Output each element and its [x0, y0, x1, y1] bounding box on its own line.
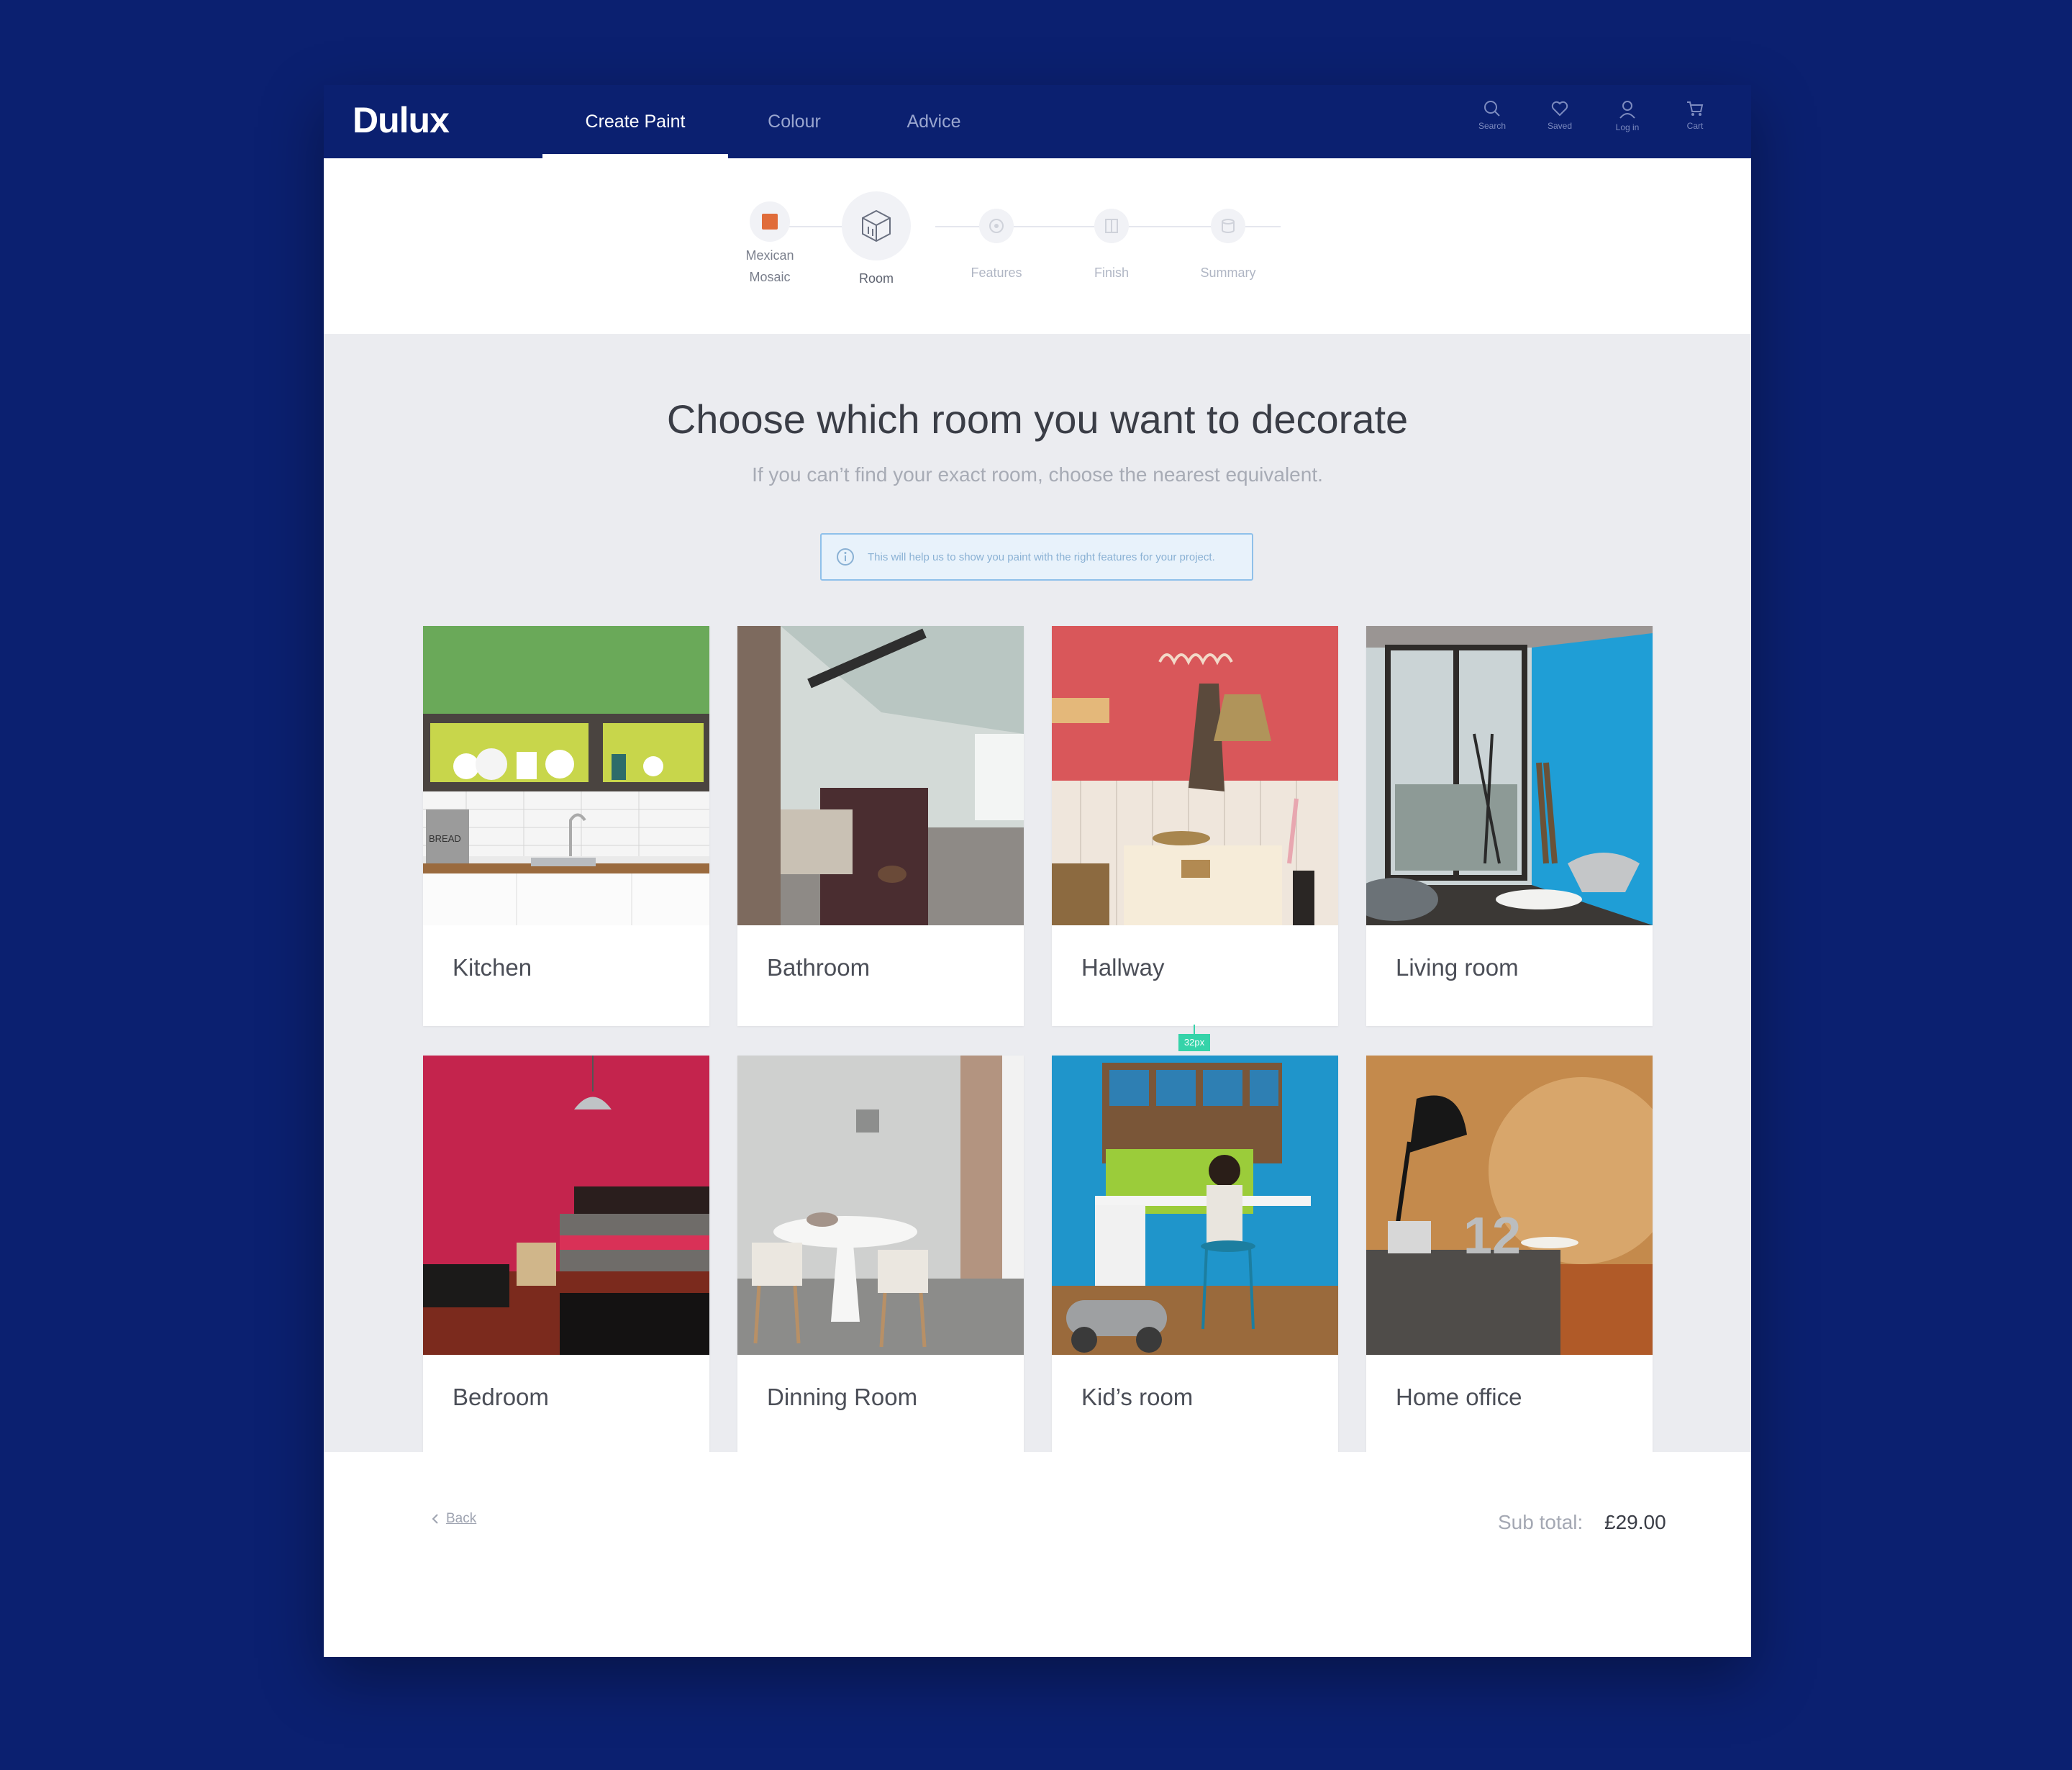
room-card-kitchen[interactable]: BREAD Kitchen — [423, 626, 709, 1026]
room-card-bathroom[interactable]: Bathroom — [737, 626, 1024, 1026]
step-finish-label: Finish — [1094, 266, 1129, 280]
page-subtitle: If you can’t find your exact room, choos… — [752, 463, 1323, 486]
tab-create-paint[interactable]: Create Paint — [542, 85, 728, 158]
colour-swatch — [762, 214, 778, 230]
step-colour-label-line1: Mexican — [745, 248, 794, 263]
room-icon — [862, 209, 891, 242]
room-card-living-room[interactable]: Living room — [1366, 626, 1653, 1026]
step-room-circle — [842, 191, 911, 260]
progress-stepper: Mexican Mosaic Room Features Finish Summ… — [324, 158, 1751, 334]
home-office-image: 12 — [1366, 1056, 1653, 1355]
kitchen-image: BREAD — [423, 626, 709, 925]
cart-button[interactable]: Cart — [1673, 99, 1717, 131]
room-label-living-room: Living room — [1396, 954, 1519, 981]
room-label-bedroom: Bedroom — [453, 1384, 549, 1410]
bedroom-image — [423, 1056, 709, 1355]
bathroom-image — [737, 626, 1024, 925]
hallway-image — [1052, 626, 1338, 925]
room-label-home-office: Home office — [1396, 1384, 1522, 1410]
app-window: Dulux Create Paint Colour Advice Search … — [324, 85, 1751, 1657]
back-label: Back — [446, 1511, 477, 1526]
dining-room-image — [737, 1056, 1024, 1355]
step-features-circle — [979, 209, 1014, 243]
search-icon — [1484, 101, 1500, 117]
subtotal-value: £29.00 — [1604, 1511, 1666, 1533]
room-label-bathroom: Bathroom — [767, 954, 871, 981]
step-room[interactable]: Room — [837, 191, 916, 289]
step-summary-label: Summary — [1200, 266, 1256, 280]
step-features: Features — [957, 209, 1036, 283]
step-finish: Finish — [1072, 209, 1151, 283]
saved-button[interactable]: Saved — [1538, 99, 1581, 131]
top-navigation: Dulux Create Paint Colour Advice Search … — [324, 85, 1751, 158]
back-link[interactable]: Back — [432, 1511, 476, 1527]
login-label: Log in — [1615, 122, 1640, 132]
step-summary-circle — [1211, 209, 1245, 243]
page-title: Choose which room you want to decorate — [666, 396, 1409, 442]
spacing-guide-line — [1194, 1025, 1195, 1035]
room-label-kids-room: Kid’s room — [1081, 1384, 1194, 1410]
chevron-left-icon — [432, 1514, 438, 1524]
room-card-kids-room[interactable]: Kid’s room — [1052, 1056, 1338, 1456]
room-card-home-office[interactable]: 12 Home office — [1366, 1056, 1653, 1456]
step-finish-circle — [1094, 209, 1129, 243]
room-label-hallway: Hallway — [1081, 954, 1165, 981]
spacing-guide-tag: 32px — [1178, 1034, 1210, 1051]
info-icon — [837, 548, 854, 566]
tab-colour[interactable]: Colour — [753, 85, 836, 158]
step-summary: Summary — [1189, 209, 1268, 283]
step-colour[interactable]: Mexican Mosaic — [727, 201, 813, 288]
cart-icon — [1687, 101, 1704, 116]
svg-text:12: 12 — [1463, 1207, 1521, 1265]
tab-advice[interactable]: Advice — [892, 85, 976, 158]
saved-label: Saved — [1547, 121, 1573, 131]
room-label-dining-room: Dinning Room — [767, 1384, 918, 1410]
info-text: This will help us to show you paint with… — [868, 550, 1215, 563]
footer-bar: Back Sub total: £29.00 — [324, 1452, 1751, 1657]
paint-tin-icon — [1222, 219, 1235, 233]
finish-icon — [1105, 219, 1118, 233]
search-label: Search — [1478, 121, 1507, 131]
cart-label: Cart — [1686, 121, 1704, 131]
search-button[interactable]: Search — [1471, 99, 1514, 131]
room-label-kitchen: Kitchen — [453, 954, 532, 981]
login-button[interactable]: Log in — [1606, 99, 1649, 132]
step-colour-circle — [750, 201, 790, 242]
step-colour-label-line2: Mosaic — [749, 270, 791, 284]
living-room-image — [1366, 626, 1653, 925]
room-card-dining-room[interactable]: Dinning Room — [737, 1056, 1024, 1456]
features-icon — [989, 219, 1004, 233]
room-card-bedroom[interactable]: Bedroom — [423, 1056, 709, 1456]
step-room-label: Room — [858, 271, 894, 286]
dulux-logo[interactable]: Dulux — [353, 99, 450, 141]
info-notice: This will help us to show you paint with… — [820, 533, 1253, 581]
room-card-hallway[interactable]: Hallway — [1052, 626, 1338, 1026]
step-features-label: Features — [971, 266, 1022, 280]
kids-room-image — [1052, 1056, 1338, 1355]
heart-icon — [1551, 101, 1568, 117]
subtotal-label: Sub total: — [1498, 1511, 1583, 1533]
svg-text:BREAD: BREAD — [429, 833, 461, 844]
user-icon — [1619, 101, 1635, 119]
